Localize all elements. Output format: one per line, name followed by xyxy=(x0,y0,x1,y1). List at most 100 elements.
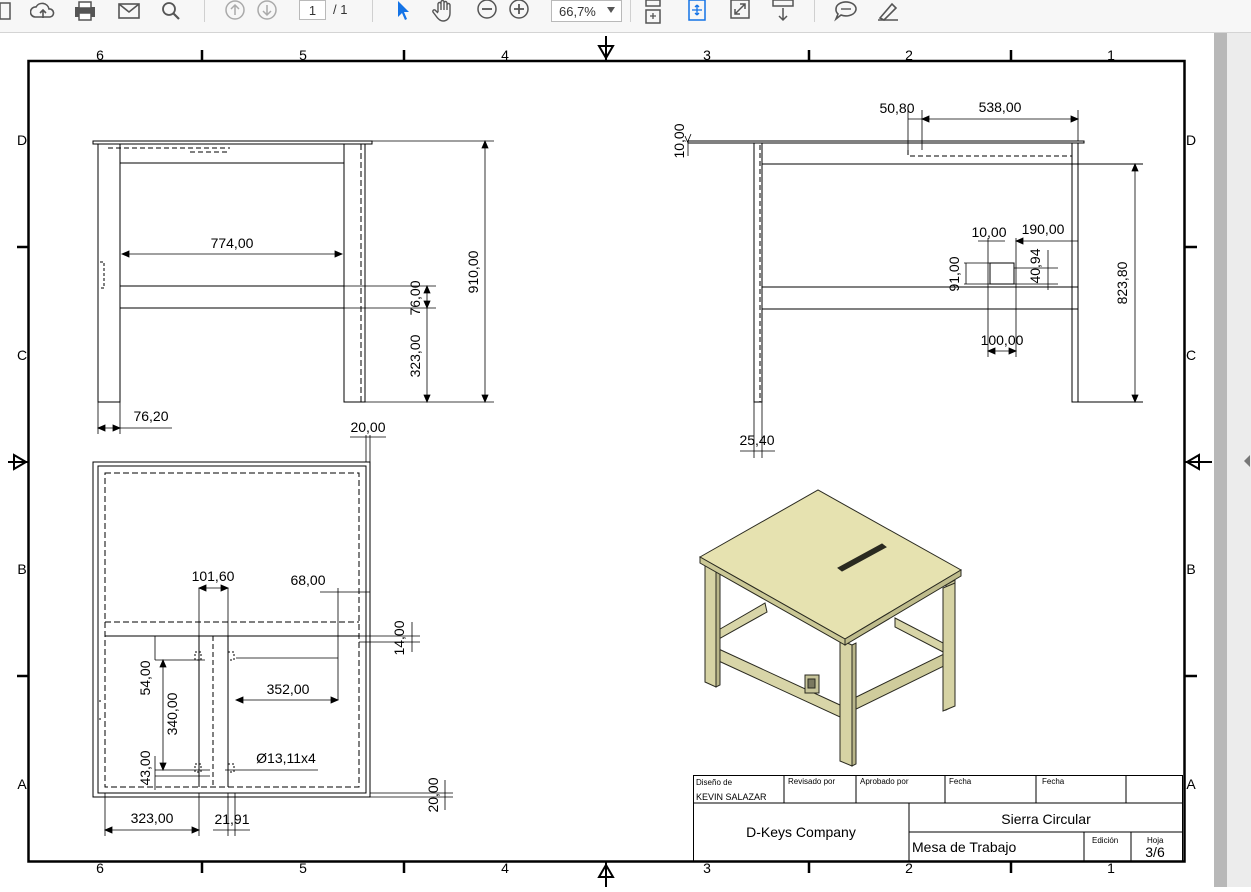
technical-drawing: 6 5 4 3 2 1 6 5 4 3 2 1 D C B A D C B A xyxy=(8,36,1212,887)
dim-label: 10,00 xyxy=(971,224,1006,240)
zone-label: C xyxy=(1186,347,1196,363)
dim-label: 340,00 xyxy=(164,692,180,735)
dim-label: 68,00 xyxy=(290,572,325,588)
dim-label: 910,00 xyxy=(465,250,481,293)
zone-label: 5 xyxy=(299,47,307,63)
side-view xyxy=(687,140,1143,403)
front-dimension-lines xyxy=(96,139,494,434)
vertical-scrollbar[interactable] xyxy=(1214,33,1227,887)
pdf-toolbar: 1 / 1 66,7% xyxy=(0,0,1251,33)
zone-label: 6 xyxy=(96,47,104,63)
reviewed-label: Revisado por xyxy=(788,777,835,786)
dim-label: Ø13,11x4 xyxy=(256,750,316,766)
collapse-panel-icon[interactable] xyxy=(1244,455,1250,467)
comment-icon[interactable] xyxy=(832,0,860,22)
dim-label: 76,00 xyxy=(407,280,423,315)
part-title: Mesa de Trabajo xyxy=(912,839,1016,855)
chevron-down-icon xyxy=(607,7,615,13)
search-icon[interactable] xyxy=(158,0,184,22)
zone-label: B xyxy=(17,561,26,577)
zone-label: 2 xyxy=(905,860,913,876)
date-label: Fecha xyxy=(949,777,972,786)
front-view xyxy=(92,140,373,403)
edition-label: Edición xyxy=(1092,836,1118,845)
zone-label: 2 xyxy=(905,47,913,63)
zoom-out-icon[interactable] xyxy=(475,0,499,22)
zone-label: 6 xyxy=(96,860,104,876)
scroll-mode-icon[interactable] xyxy=(770,0,796,22)
zone-label: C xyxy=(17,347,27,363)
next-page-icon[interactable] xyxy=(254,0,280,22)
hand-tool-icon[interactable] xyxy=(430,0,458,22)
dim-label: 823,80 xyxy=(1114,261,1130,304)
select-tool-icon[interactable] xyxy=(392,0,416,22)
upload-icon[interactable] xyxy=(30,0,56,22)
dim-label: 43,00 xyxy=(137,750,153,785)
iso-rail xyxy=(894,617,948,655)
zone-label: D xyxy=(1186,132,1196,148)
dim-label: 14,00 xyxy=(391,620,407,655)
zoom-select[interactable]: 66,7% xyxy=(551,0,622,22)
dim-label: 352,00 xyxy=(267,681,310,697)
dim-label: 323,00 xyxy=(407,334,423,377)
highlight-icon[interactable] xyxy=(874,0,902,22)
dim-label: 190,00 xyxy=(1022,221,1065,237)
side-dimension-lines xyxy=(684,110,1139,458)
zone-label: B xyxy=(1186,561,1195,577)
fit-page-icon[interactable] xyxy=(641,0,665,24)
drawn-by-name: KEVIN SALAZAR xyxy=(696,792,767,802)
plan-view xyxy=(92,461,371,798)
zone-label: 1 xyxy=(1107,47,1115,63)
dim-label: 54,00 xyxy=(137,660,153,695)
email-icon[interactable] xyxy=(116,0,142,22)
dim-label: 76,20 xyxy=(133,408,168,424)
project-title: Sierra Circular xyxy=(1001,811,1091,827)
iso-tabletop xyxy=(698,489,963,640)
iso-leg xyxy=(704,562,717,688)
zoom-in-icon[interactable] xyxy=(507,0,531,22)
dim-label: 323,00 xyxy=(131,810,174,826)
iso-rail xyxy=(709,644,841,718)
dim-label: 100,00 xyxy=(981,332,1024,348)
page-total: / 1 xyxy=(333,2,348,17)
dim-label: 40,94 xyxy=(1027,248,1043,283)
side-dimension-labels: 10,00 50,80 538,00 10,00 190,00 91,00 40… xyxy=(671,99,1130,448)
title-block-text: Diseño de KEVIN SALAZAR Revisado por Apr… xyxy=(696,777,1165,860)
sheet-number: 3/6 xyxy=(1145,844,1165,860)
company-name: D-Keys Company xyxy=(746,824,856,840)
dim-label: 25,40 xyxy=(739,432,774,448)
approved-label: Aprobado por xyxy=(860,777,909,786)
drawn-by-label: Diseño de xyxy=(696,778,733,787)
zone-label: 5 xyxy=(299,860,307,876)
iso-rail xyxy=(714,602,768,641)
zone-label: D xyxy=(17,132,27,148)
print-icon[interactable] xyxy=(72,0,98,22)
zone-label: A xyxy=(1186,776,1196,792)
dim-label: 50,80 xyxy=(879,100,914,116)
zone-label: 3 xyxy=(703,860,711,876)
dim-label: 20,00 xyxy=(350,419,385,435)
dim-label: 10,00 xyxy=(671,123,687,158)
fullscreen-icon[interactable] xyxy=(728,0,752,22)
plan-dimension-labels: 20,00 101,60 68,00 14,00 54,00 340,00 35… xyxy=(131,419,441,827)
zone-label: 4 xyxy=(501,860,509,876)
prev-page-icon[interactable] xyxy=(222,0,248,22)
dim-label: 538,00 xyxy=(979,99,1022,115)
zoom-value: 66,7% xyxy=(559,3,596,19)
drawing-border xyxy=(27,59,1186,863)
dim-label: 774,00 xyxy=(211,235,254,251)
fit-width-icon[interactable] xyxy=(685,0,709,24)
zone-label: 1 xyxy=(1107,860,1115,876)
document-page: 6 5 4 3 2 1 6 5 4 3 2 1 D C B A D C B A xyxy=(0,33,1214,887)
zone-label: 3 xyxy=(703,47,711,63)
dim-label: 91,00 xyxy=(946,256,962,291)
iso-leg xyxy=(839,639,853,767)
isometric-view xyxy=(698,489,963,767)
page-number-input[interactable]: 1 xyxy=(299,0,326,20)
date-label: Fecha xyxy=(1042,777,1065,786)
dim-label: 101,60 xyxy=(192,568,235,584)
zone-label: A xyxy=(17,776,27,792)
dim-label: 21,91 xyxy=(214,811,249,827)
home-icon[interactable] xyxy=(0,0,14,22)
zone-label: 4 xyxy=(501,47,509,63)
